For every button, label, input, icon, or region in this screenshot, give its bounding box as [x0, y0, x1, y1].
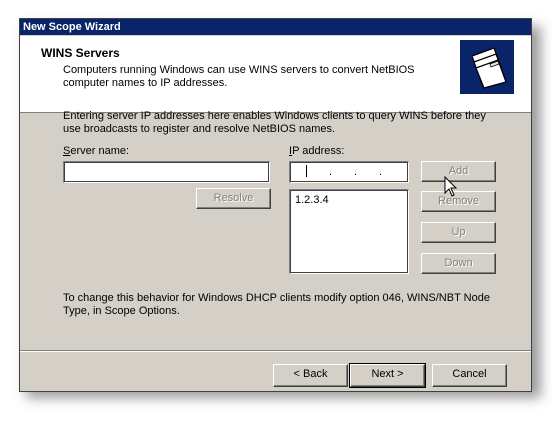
server-name-input[interactable]	[63, 161, 270, 183]
resolve-button[interactable]: Resolve	[196, 188, 271, 209]
cancel-button[interactable]: Cancel	[432, 364, 507, 387]
ip-address-label-text: P address:	[292, 145, 345, 157]
server-name-label: Server name:	[63, 145, 130, 157]
remove-button[interactable]: Remove	[421, 191, 496, 212]
wizard-window: New Scope Wizard WINS Servers Computers …	[19, 18, 532, 392]
ip-octet-separator: .	[329, 166, 333, 178]
add-button[interactable]: Add	[421, 161, 496, 182]
next-button[interactable]: Next >	[349, 363, 426, 388]
up-button[interactable]: Up	[421, 222, 496, 243]
page-subtitle: Computers running Windows can use WINS s…	[63, 64, 415, 89]
server-name-label-text: erver name:	[70, 145, 130, 157]
ip-address-label: IP address:	[289, 145, 345, 157]
ip-address-input[interactable]: . . .	[289, 161, 409, 183]
window-title: New Scope Wizard	[23, 21, 121, 33]
wizard-header: WINS Servers Computers running Windows c…	[20, 36, 531, 113]
mouse-pointer-icon	[444, 175, 458, 201]
footer-note: To change this behavior for Windows DHCP…	[63, 292, 490, 317]
back-button[interactable]: < Back	[273, 364, 348, 387]
intro-text: Entering server IP addresses here enable…	[63, 110, 486, 135]
title-bar[interactable]: New Scope Wizard	[20, 19, 531, 35]
down-button[interactable]: Down	[421, 253, 496, 274]
bottom-divider	[20, 350, 531, 352]
page-title: WINS Servers	[41, 46, 120, 60]
ip-octet-separator: .	[379, 166, 383, 178]
ip-octet-separator: .	[354, 166, 358, 178]
text-caret	[306, 165, 307, 177]
list-item[interactable]: 1.2.3.4	[295, 194, 404, 206]
folders-icon	[460, 40, 514, 94]
ip-address-list[interactable]: 1.2.3.4	[289, 189, 409, 274]
